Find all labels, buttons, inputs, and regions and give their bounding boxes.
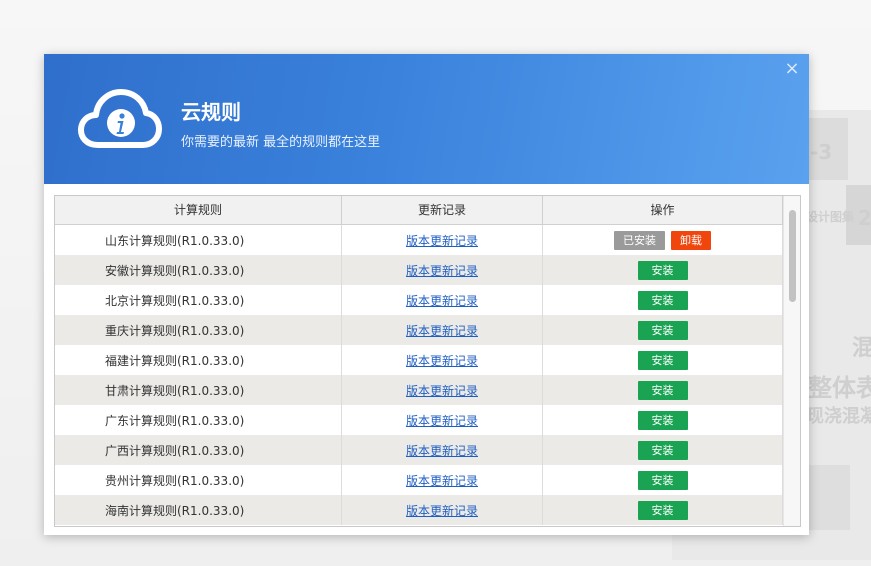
changelog-cell: 版本更新记录 <box>342 315 543 345</box>
column-header-changelog: 更新记录 <box>342 196 543 224</box>
changelog-link[interactable]: 版本更新记录 <box>406 292 478 309</box>
dialog-header: × 云规则 你需要的最新 最全的规则都在这里 <box>44 54 809 184</box>
table-row: 福建计算规则(R1.0.33.0) 版本更新记录 安装 <box>55 345 783 375</box>
rule-name-cell: 广东计算规则(R1.0.33.0) <box>55 405 342 435</box>
changelog-cell: 版本更新记录 <box>342 405 543 435</box>
install-button[interactable]: 安装 <box>637 320 688 340</box>
install-button[interactable]: 安装 <box>637 380 688 400</box>
dialog-title: 云规则 <box>181 100 241 124</box>
table-row: 广东计算规则(R1.0.33.0) 版本更新记录 安装 <box>55 405 783 435</box>
background-text: -3 <box>810 140 833 164</box>
install-button[interactable]: 安装 <box>637 260 688 280</box>
table-row: 安徽计算规则(R1.0.33.0) 版本更新记录 安装 <box>55 255 783 285</box>
changelog-cell: 版本更新记录 <box>342 465 543 495</box>
column-header-rule: 计算规则 <box>55 196 342 224</box>
action-cell: 安装 <box>543 375 783 405</box>
action-cell: 安装 <box>543 315 783 345</box>
background-text: 整体表 <box>808 374 871 402</box>
action-cell: 安装 <box>543 465 783 495</box>
vertical-scrollbar[interactable] <box>783 196 800 526</box>
changelog-cell: 版本更新记录 <box>342 225 543 255</box>
changelog-link[interactable]: 版本更新记录 <box>406 232 478 249</box>
changelog-link[interactable]: 版本更新记录 <box>406 352 478 369</box>
table-row: 北京计算规则(R1.0.33.0) 版本更新记录 安装 <box>55 285 783 315</box>
installed-button[interactable]: 已安装 <box>614 230 665 250</box>
table-row: 甘肃计算规则(R1.0.33.0) 版本更新记录 安装 <box>55 375 783 405</box>
column-header-action: 操作 <box>543 196 783 224</box>
changelog-link[interactable]: 版本更新记录 <box>406 502 478 519</box>
install-button[interactable]: 安装 <box>637 440 688 460</box>
cloud-rules-dialog: × 云规则 你需要的最新 最全的规则都在这里 计算规则 更新记录 操作 山东计算… <box>44 54 809 535</box>
install-button[interactable]: 安装 <box>637 470 688 490</box>
action-cell: 安装 <box>543 495 783 525</box>
rule-name-cell: 海南计算规则(R1.0.33.0) <box>55 495 342 525</box>
changelog-link[interactable]: 版本更新记录 <box>406 262 478 279</box>
action-cell: 安装 <box>543 435 783 465</box>
action-cell: 安装 <box>543 345 783 375</box>
action-cell: 安装 <box>543 255 783 285</box>
changelog-cell: 版本更新记录 <box>342 285 543 315</box>
table-row: 广西计算规则(R1.0.33.0) 版本更新记录 安装 <box>55 435 783 465</box>
rule-name-cell: 福建计算规则(R1.0.33.0) <box>55 345 342 375</box>
changelog-link[interactable]: 版本更新记录 <box>406 442 478 459</box>
table-row: 贵州计算规则(R1.0.33.0) 版本更新记录 安装 <box>55 465 783 495</box>
changelog-cell: 版本更新记录 <box>342 375 543 405</box>
background-text: 混 <box>852 336 871 361</box>
table-row: 山东计算规则(R1.0.33.0) 版本更新记录 已安装 卸载 <box>55 225 783 255</box>
table-row: 重庆计算规则(R1.0.33.0) 版本更新记录 安装 <box>55 315 783 345</box>
changelog-cell: 版本更新记录 <box>342 495 543 525</box>
rules-table: 计算规则 更新记录 操作 山东计算规则(R1.0.33.0) 版本更新记录 已安装卸… <box>54 195 801 527</box>
close-button[interactable]: × <box>783 58 801 80</box>
rule-name-cell: 安徽计算规则(R1.0.33.0) <box>55 255 342 285</box>
rule-name-cell: 甘肃计算规则(R1.0.33.0) <box>55 375 342 405</box>
rule-name-cell: 贵州计算规则(R1.0.33.0) <box>55 465 342 495</box>
changelog-cell: 版本更新记录 <box>342 255 543 285</box>
changelog-link[interactable]: 版本更新记录 <box>406 322 478 339</box>
rule-name-cell: 重庆计算规则(R1.0.33.0) <box>55 315 342 345</box>
table-row: 海南计算规则(R1.0.33.0) 版本更新记录 安装 <box>55 495 783 525</box>
install-button[interactable]: 安装 <box>637 500 688 520</box>
background-text: 现浇混凝 <box>806 406 871 427</box>
install-button[interactable]: 安装 <box>637 410 688 430</box>
cloud-info-icon <box>78 89 162 148</box>
rule-name-cell: 山东计算规则(R1.0.33.0) <box>55 225 342 255</box>
changelog-link[interactable]: 版本更新记录 <box>406 472 478 489</box>
uninstall-button[interactable]: 卸载 <box>671 230 711 250</box>
table-body: 山东计算规则(R1.0.33.0) 版本更新记录 已安装 卸载 安徽计算规则(R1.0.… <box>55 225 783 525</box>
action-cell: 安装 <box>543 405 783 435</box>
changelog-cell: 版本更新记录 <box>342 345 543 375</box>
action-cell: 已安装 卸载 <box>543 225 783 255</box>
changelog-link[interactable]: 版本更新记录 <box>406 382 478 399</box>
changelog-link[interactable]: 版本更新记录 <box>406 412 478 429</box>
table-header: 计算规则 更新记录 操作 <box>55 196 783 225</box>
action-cell: 安装 <box>543 285 783 315</box>
dialog-subtitle: 你需要的最新 最全的规则都在这里 <box>181 135 381 150</box>
scrollbar-thumb[interactable] <box>789 210 796 302</box>
background-text: 设计图集 <box>806 210 855 224</box>
install-button[interactable]: 安装 <box>637 290 688 310</box>
background-text: 2 <box>858 206 871 230</box>
install-button[interactable]: 安装 <box>637 350 688 370</box>
rule-name-cell: 北京计算规则(R1.0.33.0) <box>55 285 342 315</box>
rule-name-cell: 广西计算规则(R1.0.33.0) <box>55 435 342 465</box>
changelog-cell: 版本更新记录 <box>342 435 543 465</box>
